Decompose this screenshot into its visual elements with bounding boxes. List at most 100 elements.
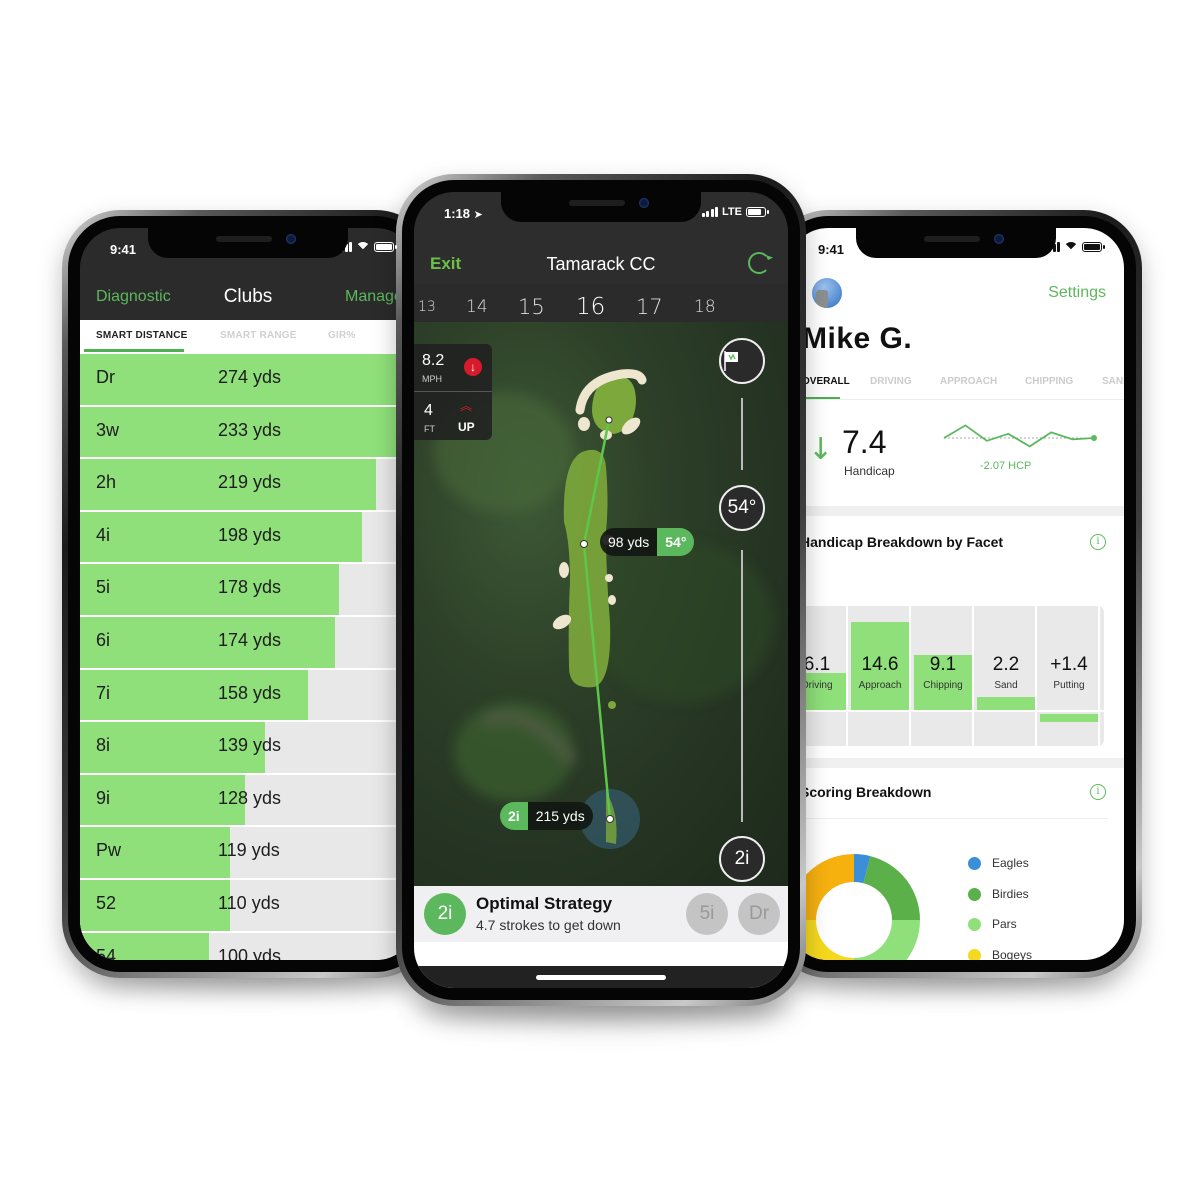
club-row[interactable]: 7i158 yds› (80, 667, 416, 721)
network-label: LTE (722, 206, 742, 218)
club-row[interactable]: 8i139 yds› (80, 720, 416, 773)
target-distance: 98 yds (600, 528, 658, 556)
location-arrow-icon: ➤ (473, 209, 483, 221)
wind-speed: 8.2 (422, 352, 445, 369)
hole-tab-13[interactable]: 13 (418, 299, 436, 315)
club-distance: 219 yds (218, 472, 282, 493)
alt-club-button[interactable]: Dr (738, 893, 780, 935)
facet-column[interactable]: +1.4 Putting (1040, 606, 1100, 746)
facet-label: Putting (1053, 680, 1085, 691)
uphill-chevron-icon: ︽ (460, 399, 473, 413)
facet-column[interactable]: 14.6 Approach (851, 606, 911, 746)
hole-tab-14[interactable]: 14 (466, 297, 488, 317)
home-indicator[interactable] (536, 975, 666, 980)
target-club: 54° (657, 528, 695, 556)
avatar[interactable] (812, 278, 842, 308)
hole-tab-16[interactable]: 16 (576, 294, 605, 320)
club-distance: 128 yds (218, 787, 282, 808)
strategy-club-badge: 2i (424, 893, 466, 935)
strategy-panel[interactable]: 2i Optimal Strategy 4.7 strokes to get d… (414, 886, 788, 942)
club-row[interactable]: 9i128 yds› (80, 772, 416, 826)
facet-column[interactable]: 2.2 Sand (977, 606, 1037, 746)
distance-bar (80, 616, 336, 668)
hole-tab-15[interactable]: 15 (518, 295, 545, 319)
info-icon[interactable]: i (1090, 534, 1106, 550)
club-distance: 119 yds (218, 840, 280, 861)
clubs-screen: 9:41 Diagnostic Clubs Manage SMART DISTA… (80, 228, 416, 960)
facet-column[interactable]: 9.1 Chipping (914, 606, 974, 746)
facet-chart: 6.1 Driving 14.6 Approach 9.1 Chipping 2.2 Sand… (788, 606, 1104, 746)
club-name: Pw (96, 840, 122, 861)
tab-gir[interactable]: GIR% (328, 330, 355, 341)
club-name: 3w (96, 419, 120, 440)
tab-approach[interactable]: APPROACH (940, 376, 997, 387)
arrow-down-icon: ↓ (808, 432, 834, 467)
elevation-unit: FT (424, 424, 435, 434)
bottom-safe-area (414, 942, 788, 988)
club-row[interactable]: 3w233 yds› (80, 404, 416, 458)
club-name: 52 (96, 892, 117, 913)
phone-course-map: 1:18 ➤ LTE Exit Tamarack CC 13 14 15 16 17 18 (396, 174, 806, 1006)
facet-bar (1040, 714, 1098, 723)
strategy-title: Optimal Strategy (476, 894, 613, 913)
tab-smart-distance[interactable]: SMART DISTANCE (96, 330, 188, 341)
tee-distance: 215 yds (527, 802, 593, 830)
handicap-trend-label: -2.07 HCP (980, 460, 1032, 472)
elevation-value: 4 (424, 402, 433, 419)
status-time: 9:41 (818, 242, 845, 257)
donut-slice (863, 856, 920, 920)
club-distance: 100 yds (218, 945, 282, 960)
signal-icon (701, 207, 719, 217)
tab-driving[interactable]: DRIVING (870, 376, 912, 387)
target-club-button[interactable]: 54° (719, 485, 765, 531)
tab-sand[interactable]: SAND (1102, 376, 1124, 387)
hole-tab-17[interactable]: 17 (636, 295, 663, 319)
tab-smart-range[interactable]: SMART RANGE (220, 330, 297, 341)
status-time: 9:41 (110, 242, 137, 257)
wind-direction-icon: ↓ (464, 358, 482, 376)
phone-profile: 9:41 Settings Mike G. OVERALL DRIVING AP… (770, 210, 1142, 978)
target-distance-label[interactable]: 98 yds 54° (600, 528, 695, 556)
facet-bar (977, 696, 1035, 710)
club-distance: 158 yds (218, 682, 282, 703)
manage-button[interactable]: Manage (345, 288, 403, 306)
club-row[interactable]: 4i198 yds› (80, 509, 416, 563)
nav-bar: Diagnostic Clubs Manage (80, 280, 416, 320)
club-name: 7i (96, 682, 111, 703)
player-name: Mike G. (802, 322, 913, 355)
club-row[interactable]: 5i178 yds› (80, 562, 416, 615)
notch (148, 228, 348, 258)
wifi-icon (356, 242, 370, 252)
wind-elevation-panel: 8.2 MPH ↓ 4 FT ︽ UP (414, 344, 492, 440)
facet-label: Chipping (923, 680, 963, 691)
flag-button[interactable] (719, 338, 765, 384)
club-distance: 110 yds (218, 892, 280, 913)
distance-bar (80, 564, 339, 615)
tee-club-button[interactable]: 2i (719, 836, 765, 882)
club-row[interactable]: 52110 yds› (80, 877, 416, 931)
flag-icon (724, 351, 738, 371)
club-name: 8i (96, 735, 111, 756)
hole-tab-18[interactable]: 18 (694, 297, 716, 317)
tab-overall[interactable]: OVERALL (802, 376, 850, 387)
info-icon[interactable]: i (1090, 784, 1106, 800)
rail-line (741, 550, 743, 822)
course-title: Tamarack CC (546, 254, 656, 274)
strategy-subtitle: 4.7 strokes to get down (476, 917, 621, 933)
legend-dot-icon (968, 948, 981, 960)
club-row[interactable]: Pw119 yds› (80, 825, 416, 878)
club-name: 54 (96, 945, 117, 960)
settings-button[interactable]: Settings (1048, 284, 1106, 302)
refresh-icon[interactable] (748, 252, 770, 274)
club-name: Dr (96, 367, 115, 387)
club-row[interactable]: Dr274 yds› (80, 352, 416, 405)
tee-distance-label[interactable]: 2i 215 yds (500, 802, 593, 830)
alt-club-button[interactable]: 5i (686, 893, 728, 935)
club-row[interactable]: 54100 yds› (80, 930, 416, 960)
club-name: 9i (96, 787, 111, 808)
club-row[interactable]: 2h219 yds› (80, 457, 416, 510)
wifi-icon (1064, 242, 1078, 252)
club-row[interactable]: 6i174 yds› (80, 614, 416, 668)
tab-chipping[interactable]: CHIPPING (1025, 376, 1073, 387)
course-map[interactable]: 8.2 MPH ↓ 4 FT ︽ UP 54° 2i 98 yds 54° 2i… (414, 322, 788, 886)
